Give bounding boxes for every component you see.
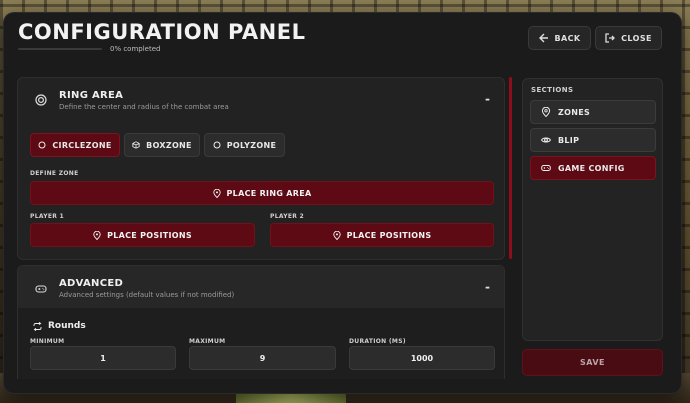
ring-area-header[interactable]: RING AREA Define the center and radius o…	[18, 78, 504, 120]
configuration-panel: CONFIGURATION PANEL 0% completed BACK CL…	[4, 13, 681, 393]
repeat-icon	[33, 321, 42, 331]
close-button[interactable]: CLOSE	[595, 26, 662, 50]
sections-sidebar: SECTIONS ZONES BLIP GAME CONFIG	[522, 78, 663, 341]
ring-area-collapse-toggle[interactable]: -	[485, 92, 490, 106]
target-icon	[35, 94, 47, 106]
define-zone-label: DEFINE ZONE	[30, 170, 79, 177]
tab-circlezone[interactable]: CIRCLEZONE	[30, 133, 120, 157]
sidebar-item-zones[interactable]: ZONES	[530, 100, 656, 124]
ring-area-title: RING AREA	[59, 90, 124, 101]
page-title: CONFIGURATION PANEL	[18, 20, 306, 44]
advanced-section: ADVANCED Advanced settings (default valu…	[17, 265, 505, 379]
sections-title: SECTIONS	[531, 86, 574, 94]
back-label: BACK	[554, 33, 581, 43]
circle-icon	[213, 141, 221, 149]
advanced-header[interactable]: ADVANCED Advanced settings (default valu…	[18, 266, 504, 308]
save-button[interactable]: SAVE	[522, 349, 663, 376]
place-positions-player-1-button[interactable]: PLACE POSITIONS	[30, 223, 255, 247]
sidebar-item-label: GAME CONFIG	[558, 163, 625, 173]
player-2-label: PLAYER 2	[270, 213, 305, 220]
progress-bar	[18, 48, 102, 50]
progress: 0% completed	[18, 45, 160, 53]
map-pin-icon	[332, 230, 341, 240]
sidebar-item-label: ZONES	[558, 107, 591, 117]
ring-area-subtitle: Define the center and radius of the comb…	[59, 103, 229, 111]
ring-area-section: RING AREA Define the center and radius o…	[17, 77, 505, 260]
duration-input[interactable]: 1000	[349, 346, 495, 370]
sidebar-item-label: BLIP	[558, 135, 580, 145]
circle-icon	[38, 141, 46, 149]
advanced-title: ADVANCED	[59, 278, 124, 289]
gamepad-icon	[541, 165, 551, 171]
close-label: CLOSE	[621, 33, 652, 43]
maximum-label: MAXIMUM	[189, 338, 226, 345]
map-pin-icon	[93, 230, 101, 240]
tab-boxzone[interactable]: BOXZONE	[124, 133, 200, 157]
back-arrow-icon	[538, 33, 548, 43]
maximum-input[interactable]: 9	[189, 346, 336, 370]
rounds-label: Rounds	[48, 321, 86, 331]
eye-icon	[541, 137, 551, 143]
rounds-heading: Rounds	[33, 321, 86, 331]
player-1-label: PLAYER 1	[30, 213, 65, 220]
map-pin-icon	[212, 188, 221, 198]
advanced-collapse-toggle[interactable]: -	[485, 280, 490, 294]
tab-polyzone[interactable]: POLYZONE	[204, 133, 285, 157]
duration-label: DURATION (MS)	[349, 338, 406, 345]
place-positions-player-2-button[interactable]: PLACE POSITIONS	[270, 223, 494, 247]
minimum-label: MINIMUM	[30, 338, 65, 345]
map-pin-icon	[541, 107, 551, 117]
back-button[interactable]: BACK	[528, 26, 591, 50]
box-icon	[132, 141, 140, 149]
sidebar-item-blip[interactable]: BLIP	[530, 128, 656, 152]
main-content[interactable]: RING AREA Define the center and radius o…	[17, 77, 510, 379]
progress-label: 0% completed	[110, 45, 161, 53]
place-ring-area-button[interactable]: PLACE RING AREA	[30, 181, 494, 205]
advanced-subtitle: Advanced settings (default values if not…	[59, 291, 235, 299]
logout-icon	[605, 33, 616, 43]
minimum-input[interactable]: 1	[30, 346, 176, 370]
sidebar-item-game-config[interactable]: GAME CONFIG	[530, 156, 656, 180]
gamepad-icon	[35, 285, 47, 293]
scrollbar-thumb[interactable]	[509, 77, 512, 259]
